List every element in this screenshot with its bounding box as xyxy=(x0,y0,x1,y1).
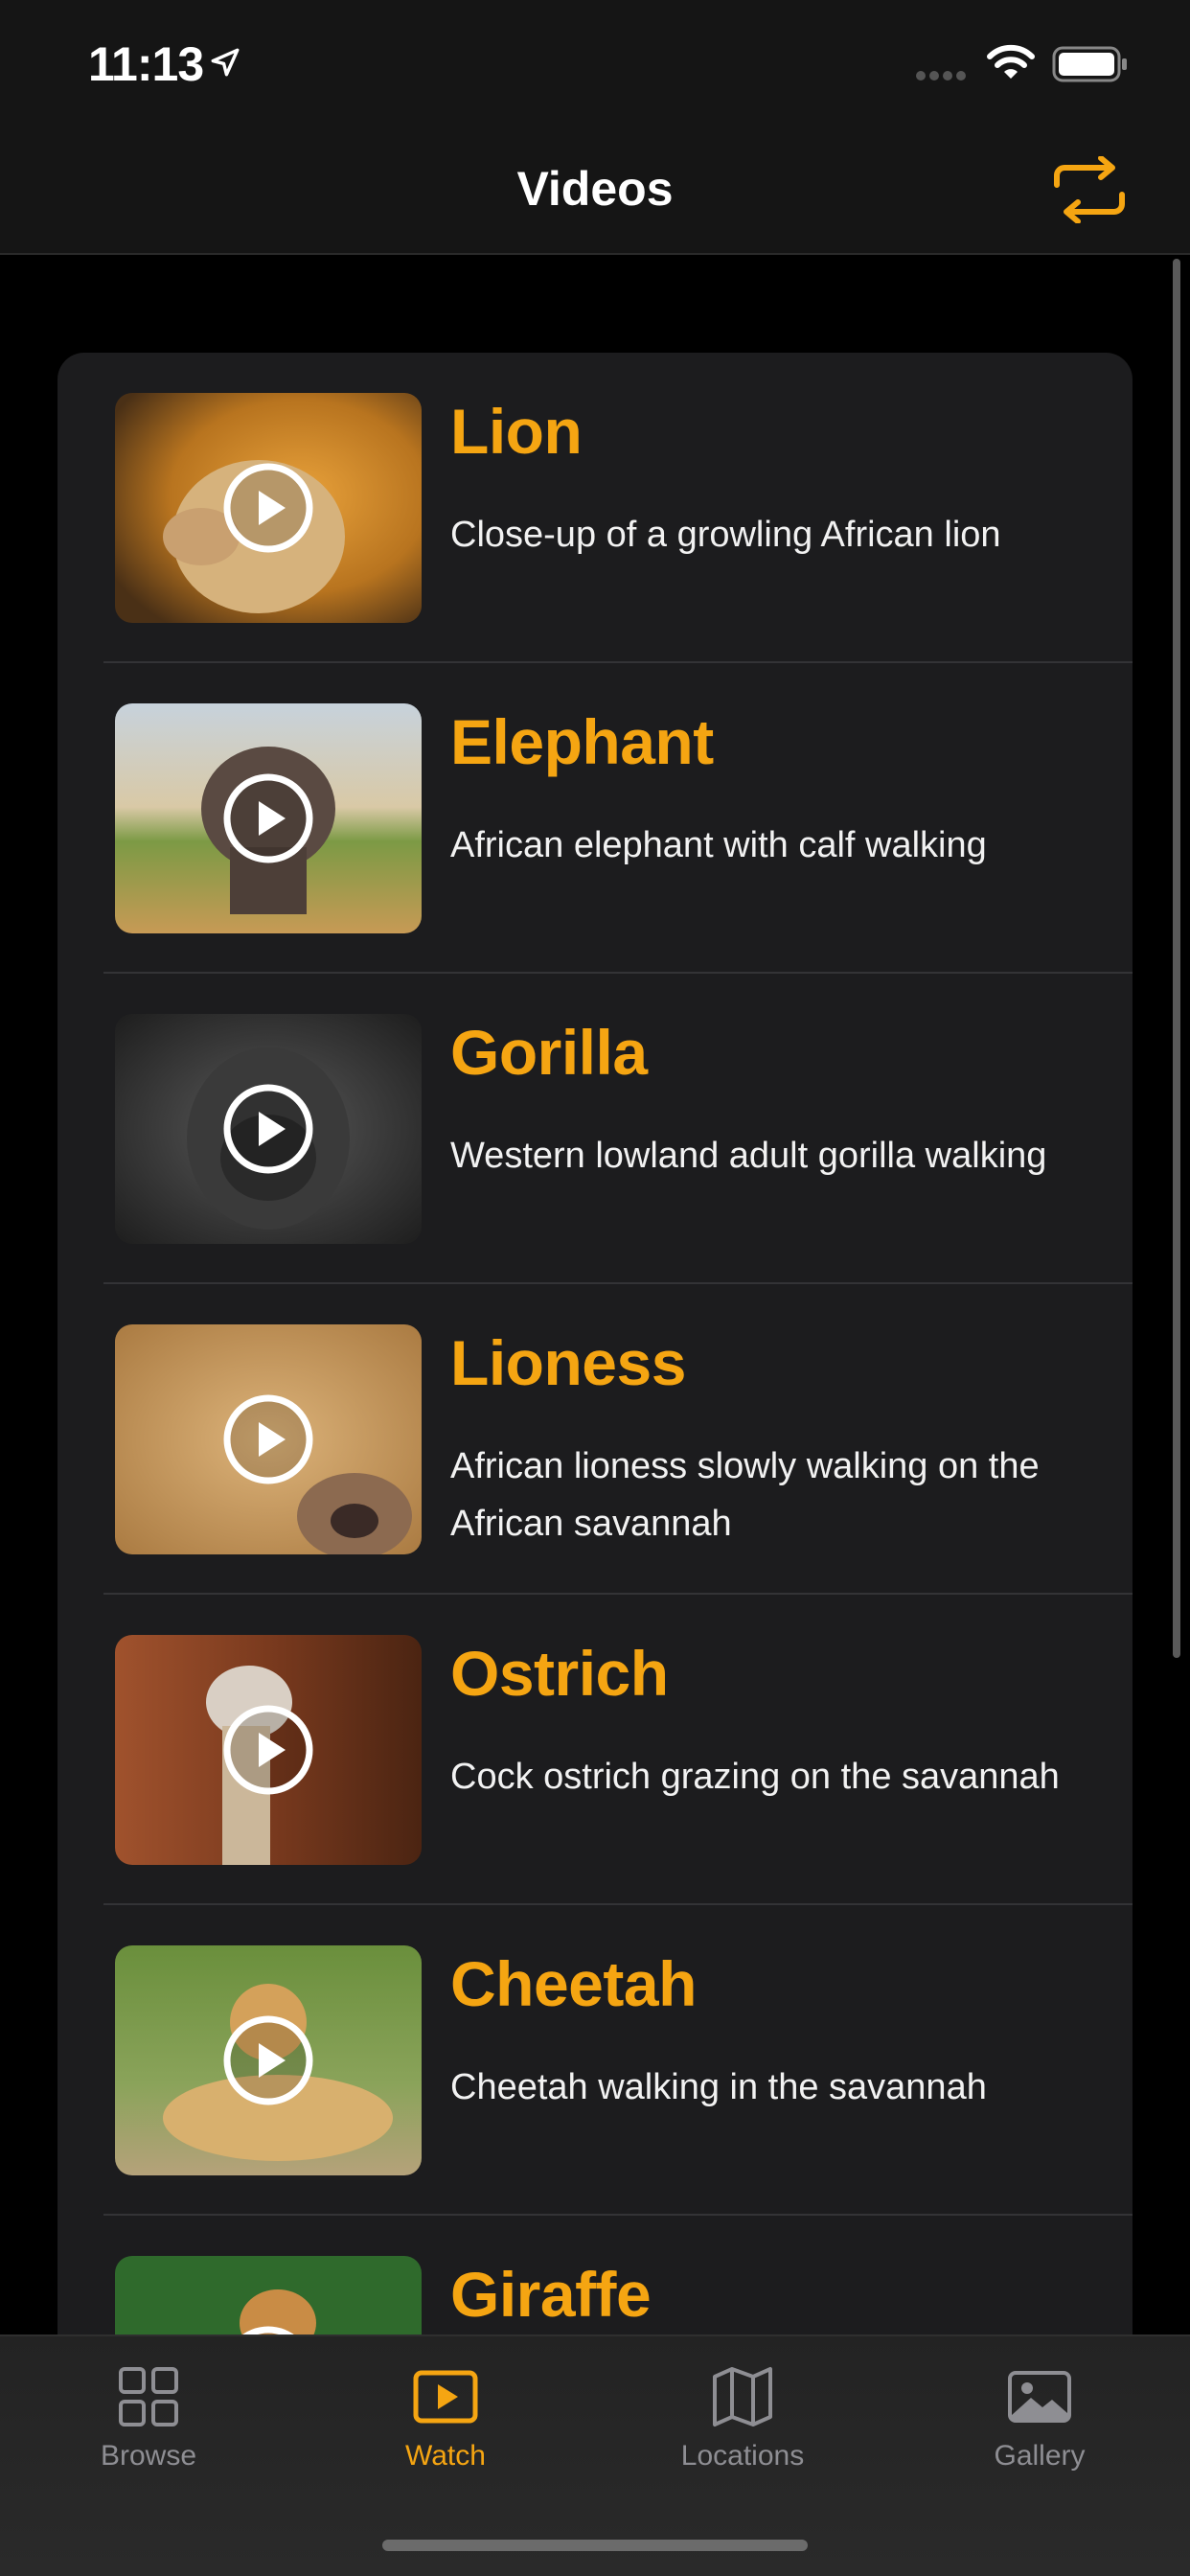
video-description: Western lowland adult gorilla walking xyxy=(450,1136,1047,1176)
home-indicator[interactable] xyxy=(382,2540,808,2551)
video-title: Elephant xyxy=(450,706,714,777)
video-description: African lioness slowly walking on the Af… xyxy=(450,1446,1040,1544)
tab-label: Gallery xyxy=(994,2440,1086,2472)
play-icon xyxy=(223,463,313,553)
video-row-ostrich[interactable]: Ostrich Cock ostrich grazing on the sava… xyxy=(57,1595,1133,1905)
video-list: Lion Close-up of a growling African lion… xyxy=(57,353,1133,2576)
status-time: 11:13 xyxy=(88,37,204,91)
video-row-elephant[interactable]: Elephant African elephant with calf walk… xyxy=(57,663,1133,974)
tab-label: Locations xyxy=(680,2440,805,2472)
play-icon xyxy=(223,1084,313,1174)
cellular-signal-icon xyxy=(916,71,966,80)
wifi-icon xyxy=(987,44,1035,79)
play-icon xyxy=(223,773,313,863)
videos-screen: 11:13 Videos Lion Close-up of a growling… xyxy=(0,0,1190,2576)
tab-watch[interactable]: Watch xyxy=(297,2336,594,2499)
video-thumbnail[interactable] xyxy=(115,703,422,933)
video-thumbnail[interactable] xyxy=(115,1635,422,1865)
video-title: Ostrich xyxy=(450,1638,669,1709)
navigation-bar: Videos xyxy=(0,134,1190,255)
play-icon xyxy=(223,1394,313,1484)
scroll-indicator[interactable] xyxy=(1173,259,1180,1658)
video-row-lion[interactable]: Lion Close-up of a growling African lion xyxy=(57,353,1133,663)
tab-label: Watch xyxy=(405,2440,486,2472)
play-icon xyxy=(223,2015,313,2105)
repeat-arrows-icon xyxy=(1054,156,1125,223)
video-title: Cheetah xyxy=(450,1948,697,2019)
video-description: Cock ostrich grazing on the savannah xyxy=(450,1757,1060,1797)
play-icon xyxy=(223,1705,313,1795)
tab-browse[interactable]: Browse xyxy=(0,2336,297,2499)
grid-icon xyxy=(119,2367,178,2426)
tab-gallery[interactable]: Gallery xyxy=(891,2336,1188,2499)
video-row-lioness[interactable]: Lioness African lioness slowly walking o… xyxy=(57,1284,1133,1595)
video-description: African elephant with calf walking xyxy=(450,825,987,865)
video-title: Lioness xyxy=(450,1327,686,1398)
video-thumbnail[interactable] xyxy=(115,1324,422,1554)
video-title: Gorilla xyxy=(450,1017,648,1088)
video-thumbnail[interactable] xyxy=(115,393,422,623)
video-row-gorilla[interactable]: Gorilla Western lowland adult gorilla wa… xyxy=(57,974,1133,1284)
status-bar: 11:13 xyxy=(0,0,1190,134)
tab-label: Browse xyxy=(100,2440,197,2472)
video-title: Lion xyxy=(450,396,583,467)
video-title: Giraffe xyxy=(450,2259,652,2330)
tab-locations[interactable]: Locations xyxy=(594,2336,891,2499)
play-rectangle-icon xyxy=(413,2370,478,2424)
video-thumbnail[interactable] xyxy=(115,1014,422,1244)
video-thumbnail[interactable] xyxy=(115,1945,422,2175)
page-title: Videos xyxy=(516,162,674,216)
location-arrow-icon xyxy=(211,48,240,77)
photo-icon xyxy=(1008,2371,1071,2423)
refresh-button[interactable] xyxy=(1046,151,1133,228)
video-row-cheetah[interactable]: Cheetah Cheetah walking in the savannah xyxy=(57,1905,1133,2216)
map-icon xyxy=(713,2367,772,2426)
video-description: Cheetah walking in the savannah xyxy=(450,2067,987,2107)
video-description: Close-up of a growling African lion xyxy=(450,515,1001,555)
battery-icon xyxy=(1052,46,1127,82)
